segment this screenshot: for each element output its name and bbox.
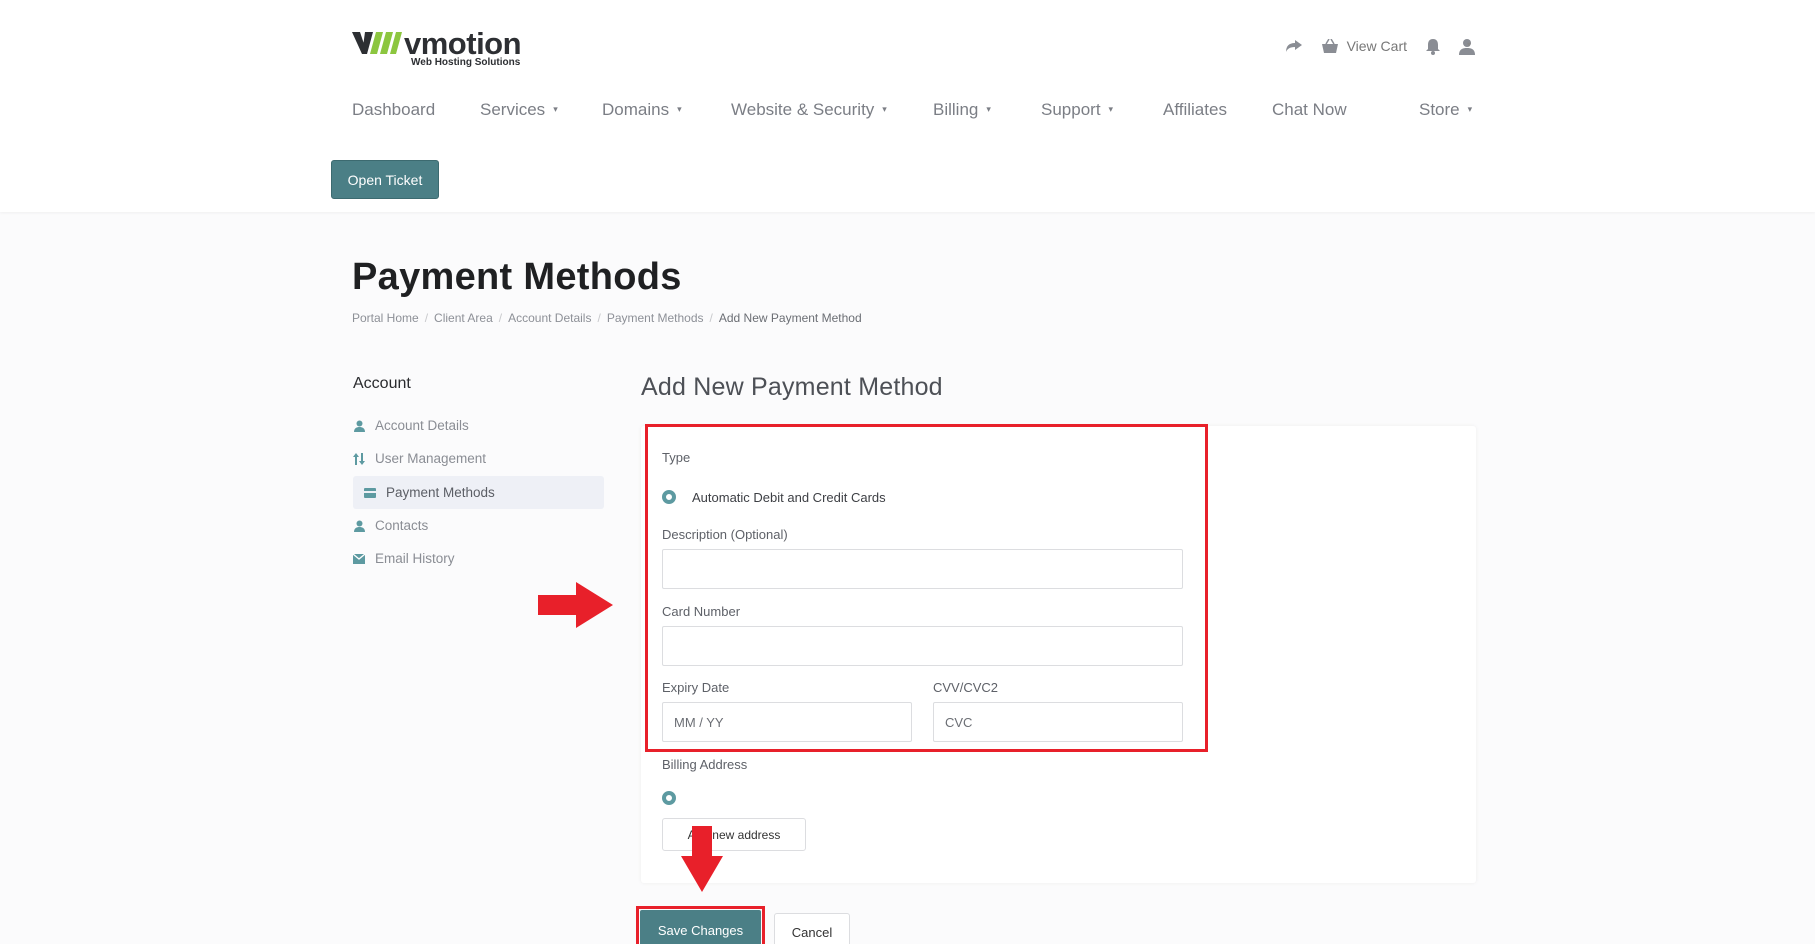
breadcrumb-separator: / xyxy=(498,311,503,325)
cvv-input[interactable]: CVC xyxy=(933,702,1183,742)
billing-address-radio[interactable] xyxy=(662,791,676,805)
nav-services[interactable]: Services ▾ xyxy=(480,100,558,120)
sidebar-item-account-details[interactable]: Account Details xyxy=(353,409,604,442)
brand-tagline: Web Hosting Solutions xyxy=(411,57,521,68)
cancel-button[interactable]: Cancel xyxy=(774,913,850,944)
sidebar-item-label: Account Details xyxy=(375,418,469,433)
account-dropdown-caret[interactable]: ▾ xyxy=(1467,40,1471,49)
chevron-down-icon: ▾ xyxy=(1108,104,1114,114)
expiry-date-input[interactable]: MM / YY xyxy=(662,702,912,742)
breadcrumb-account-details[interactable]: Account Details xyxy=(508,311,591,325)
arrow-down-icon xyxy=(681,826,723,892)
sidebar-item-contacts[interactable]: Contacts xyxy=(353,509,604,542)
sidebar-item-email-history[interactable]: Email History xyxy=(353,542,604,575)
chevron-down-icon: ▾ xyxy=(882,104,887,114)
form-title: Add New Payment Method xyxy=(641,373,943,401)
type-radio[interactable] xyxy=(662,490,676,504)
sort-arrows-icon xyxy=(353,452,365,465)
chevron-down-icon: ▾ xyxy=(553,104,558,114)
sidebar-item-payment-methods[interactable]: Payment Methods xyxy=(353,476,604,509)
nav-domains[interactable]: Domains ▾ xyxy=(602,100,682,120)
nav-store[interactable]: Store ▾ xyxy=(1419,100,1472,120)
sidebar-item-label: Email History xyxy=(375,551,455,566)
type-label: Type xyxy=(662,450,691,465)
sidebar-item-label: Contacts xyxy=(375,518,429,533)
nav-chat-now[interactable]: Chat Now xyxy=(1272,100,1347,120)
sidebar-title: Account xyxy=(353,375,411,392)
nav-billing[interactable]: Billing ▾ xyxy=(933,100,991,120)
nav-dashboard[interactable]: Dashboard xyxy=(352,100,435,120)
user-icon xyxy=(353,520,365,532)
view-cart-label: View Cart xyxy=(1346,38,1407,54)
basket-icon xyxy=(1321,38,1338,53)
bell-icon[interactable] xyxy=(1425,38,1441,55)
envelope-icon xyxy=(353,553,365,565)
card-number-label: Card Number xyxy=(662,604,741,619)
description-input[interactable] xyxy=(662,549,1183,589)
logo-mark-icon xyxy=(352,32,402,54)
share-icon[interactable] xyxy=(1285,39,1303,53)
brand-logo[interactable]: vmotion Web Hosting Solutions xyxy=(352,26,532,70)
expiry-date-label: Expiry Date xyxy=(662,680,730,695)
site-header: vmotion Web Hosting Solutions View Cart … xyxy=(0,0,1815,212)
sidebar-item-label: User Management xyxy=(375,451,487,466)
breadcrumb: Portal Home / Client Area / Account Deta… xyxy=(352,311,862,325)
breadcrumb-current: Add New Payment Method xyxy=(718,311,862,325)
chevron-down-icon: ▾ xyxy=(1467,104,1473,114)
nav-website-security[interactable]: Website & Security ▾ xyxy=(731,100,887,120)
cvv-label: CVV/CVC2 xyxy=(933,680,999,695)
breadcrumb-portal-home[interactable]: Portal Home xyxy=(352,311,419,325)
sidebar-item-label: Payment Methods xyxy=(386,485,495,500)
sidebar-item-user-management[interactable]: User Management xyxy=(353,442,604,475)
save-highlight-box xyxy=(636,906,765,944)
breadcrumb-separator: / xyxy=(709,311,713,325)
open-ticket-button[interactable]: Open Ticket xyxy=(331,160,439,199)
billing-address-label: Billing Address xyxy=(662,757,748,772)
breadcrumb-separator: / xyxy=(424,311,429,325)
breadcrumb-separator: / xyxy=(597,311,601,325)
breadcrumb-client-area[interactable]: Client Area xyxy=(434,311,493,325)
page-title: Payment Methods xyxy=(352,256,682,298)
user-icon xyxy=(353,420,365,432)
chevron-down-icon: ▾ xyxy=(677,104,682,114)
breadcrumb-payment-methods[interactable]: Payment Methods xyxy=(607,311,704,325)
chevron-down-icon: ▾ xyxy=(986,104,991,114)
nav-support[interactable]: Support ▾ xyxy=(1041,100,1113,120)
view-cart-link[interactable]: View Cart xyxy=(1321,38,1407,54)
card-number-input[interactable] xyxy=(662,626,1183,666)
type-option-label[interactable]: Automatic Debit and Credit Cards xyxy=(692,490,886,505)
credit-card-icon xyxy=(364,487,376,499)
top-utility-bar: View Cart xyxy=(1285,34,1475,58)
arrow-right-icon xyxy=(538,582,613,628)
description-label: Description (Optional) xyxy=(662,527,788,542)
nav-affiliates[interactable]: Affiliates xyxy=(1163,100,1227,120)
